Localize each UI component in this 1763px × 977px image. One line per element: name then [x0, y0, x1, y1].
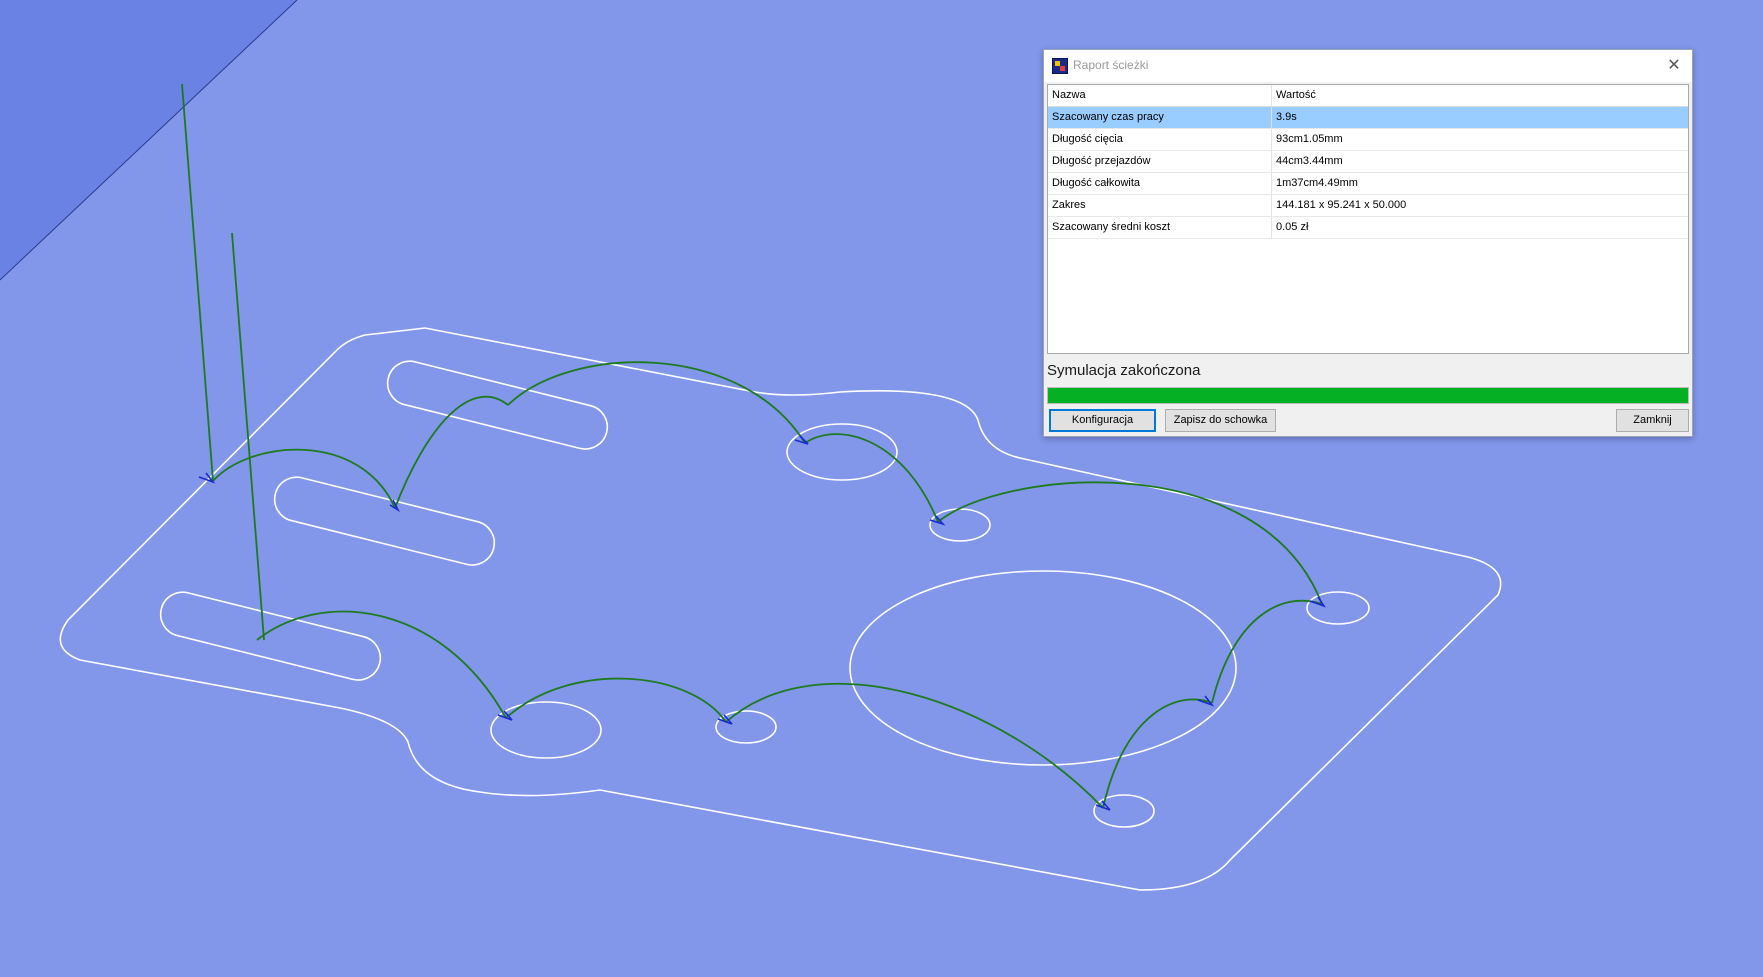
hole-big [849, 570, 1237, 766]
plunge-line-2 [231, 232, 265, 641]
table-header: Nazwa Wartość [1048, 85, 1688, 107]
hole-bottom-right [1093, 794, 1155, 828]
travel-arc-6 [1211, 599, 1323, 704]
progress-fill [1048, 388, 1688, 403]
table-row[interactable]: Szacowany średni koszt 0.05 zł [1048, 217, 1688, 239]
travel-arc-8 [725, 682, 1104, 809]
hole-small-center [929, 508, 991, 542]
table-row[interactable]: Długość cięcia 93cm1.05mm [1048, 129, 1688, 151]
row-name: Szacowany średni koszt [1048, 217, 1272, 238]
plunge-line-1 [181, 83, 214, 482]
column-header-name[interactable]: Nazwa [1048, 85, 1272, 106]
slot-top [386, 360, 609, 450]
column-header-value[interactable]: Wartość [1272, 85, 1688, 106]
close-button[interactable]: Zamknij [1616, 409, 1689, 432]
table-row[interactable]: Długość przejazdów 44cm3.44mm [1048, 151, 1688, 173]
row-name: Szacowany czas pracy [1048, 107, 1272, 128]
dialog-title: Raport ścieżki [1073, 58, 1149, 72]
row-value: 0.05 zł [1276, 221, 1309, 233]
path-report-dialog: Raport ścieżki ✕ Nazwa Wartość Szacowany… [1043, 49, 1693, 437]
row-value: 144.181 x 95.241 x 50.000 [1276, 199, 1407, 211]
row-name: Zakres [1048, 195, 1272, 216]
status-text: Symulacja zakończona [1047, 362, 1201, 379]
row-value: 1m37cm4.49mm [1276, 177, 1358, 189]
travel-arc-5 [937, 481, 1323, 605]
table-row[interactable]: Szacowany czas pracy 3.9s [1048, 107, 1688, 129]
config-button[interactable]: Konfiguracja [1049, 409, 1156, 432]
plunge-mark [794, 435, 809, 445]
travel-arc-9 [505, 677, 727, 723]
copy-to-clipboard-button[interactable]: Zapisz do schowka [1165, 409, 1276, 432]
travel-arc-7 [1102, 698, 1213, 809]
row-name: Długość przejazdów [1048, 151, 1272, 172]
dialog-titlebar[interactable]: Raport ścieżki ✕ [1044, 50, 1692, 82]
row-value: 44cm3.44mm [1276, 155, 1343, 167]
app-icon [1052, 58, 1068, 74]
hole-upper-center [786, 423, 898, 481]
row-value: 93cm1.05mm [1276, 133, 1343, 145]
row-name: Długość całkowita [1048, 173, 1272, 194]
row-name: Długość cięcia [1048, 129, 1272, 150]
report-table: Nazwa Wartość Szacowany czas pracy 3.9s … [1047, 84, 1689, 354]
table-row[interactable]: Zakres 144.181 x 95.241 x 50.000 [1048, 195, 1688, 217]
travel-arc-3 [507, 361, 806, 444]
table-row[interactable]: Długość całkowita 1m37cm4.49mm [1048, 173, 1688, 195]
slot-middle [273, 476, 496, 566]
plunge-marks [198, 435, 1327, 811]
slot-bottom [159, 591, 382, 681]
travel-arc-2 [394, 395, 509, 509]
close-icon[interactable]: ✕ [1662, 54, 1686, 78]
hole-right [1306, 591, 1370, 625]
row-value: 3.9s [1276, 111, 1297, 123]
progress-bar [1047, 387, 1689, 404]
hole-lower-left [490, 701, 602, 759]
